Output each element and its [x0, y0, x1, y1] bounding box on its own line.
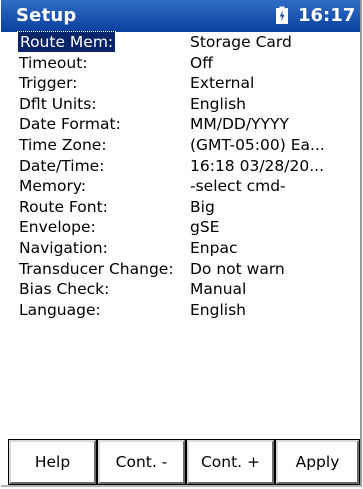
button-bar: Help Cont. - Cont. + Apply: [8, 439, 361, 485]
setting-row-date-time[interactable]: Date/Time: 16:18 03/28/20...: [19, 156, 349, 177]
setting-label: Time Zone:: [19, 135, 107, 154]
clock[interactable]: 16:17: [298, 5, 355, 26]
setup-window: Setup 16:17 Route Mem: Storage Card Time…: [1, 0, 362, 487]
setting-value[interactable]: English: [190, 300, 246, 320]
setting-value[interactable]: (GMT-05:00) Ea...: [190, 135, 325, 155]
setting-label: Timeout:: [19, 53, 88, 72]
setting-value[interactable]: Storage Card: [190, 32, 292, 52]
setting-label: Memory:: [19, 177, 87, 196]
setting-row-navigation[interactable]: Navigation: Enpac: [19, 238, 349, 259]
setting-value[interactable]: English: [190, 94, 246, 114]
setting-label: Route Mem:: [16, 31, 117, 53]
setting-row-envelope[interactable]: Envelope: gSE: [19, 217, 349, 238]
setting-label: Envelope:: [19, 218, 96, 237]
setting-value[interactable]: Big: [190, 197, 215, 217]
title-bar: Setup 16:17: [1, 0, 360, 32]
setting-value[interactable]: gSE: [190, 217, 219, 237]
setting-row-route-font[interactable]: Route Font: Big: [19, 197, 349, 218]
setting-value[interactable]: Enpac: [190, 238, 237, 258]
setting-row-trigger[interactable]: Trigger: External: [19, 73, 349, 94]
setting-row-timeout[interactable]: Timeout: Off: [19, 53, 349, 74]
setting-label: Date/Time:: [19, 156, 105, 175]
setting-row-transducer-change[interactable]: Transducer Change: Do not warn: [19, 259, 349, 280]
setting-label: Bias Check:: [19, 280, 110, 299]
cont-minus-button[interactable]: Cont. -: [97, 439, 186, 485]
setting-label: Transducer Change:: [19, 259, 174, 278]
battery-icon: [276, 6, 288, 24]
setting-label: Dflt Units:: [19, 94, 97, 113]
setting-value[interactable]: Do not warn: [190, 259, 285, 279]
setting-value[interactable]: -select cmd-: [190, 176, 286, 196]
setting-value[interactable]: External: [190, 73, 254, 93]
setting-value[interactable]: Manual: [190, 279, 246, 299]
setting-label: Date Format:: [19, 115, 121, 134]
apply-button[interactable]: Apply: [275, 439, 360, 485]
setting-row-dflt-units[interactable]: Dflt Units: English: [19, 94, 349, 115]
help-button[interactable]: Help: [8, 439, 97, 485]
setting-row-memory[interactable]: Memory: -select cmd-: [19, 176, 349, 197]
setting-label: Trigger:: [19, 74, 78, 93]
setting-row-bias-check[interactable]: Bias Check: Manual: [19, 279, 349, 300]
setting-row-language[interactable]: Language: English: [19, 300, 349, 321]
setting-row-time-zone[interactable]: Time Zone: (GMT-05:00) Ea...: [19, 135, 349, 156]
setting-row-route-mem[interactable]: Route Mem: Storage Card: [16, 31, 349, 53]
setting-value[interactable]: 16:18 03/28/20...: [190, 156, 324, 176]
cont-plus-button[interactable]: Cont. +: [186, 439, 275, 485]
settings-list: Route Mem: Storage Card Timeout: Off Tri…: [16, 31, 349, 321]
window-title: Setup: [16, 5, 77, 26]
setting-value[interactable]: Off: [190, 53, 213, 73]
setting-label: Route Font:: [19, 197, 108, 216]
setting-label: Language:: [19, 300, 101, 319]
setting-label: Navigation:: [19, 238, 108, 257]
setting-row-date-format[interactable]: Date Format: MM/DD/YYYY: [19, 114, 349, 135]
setting-value[interactable]: MM/DD/YYYY: [190, 114, 289, 134]
